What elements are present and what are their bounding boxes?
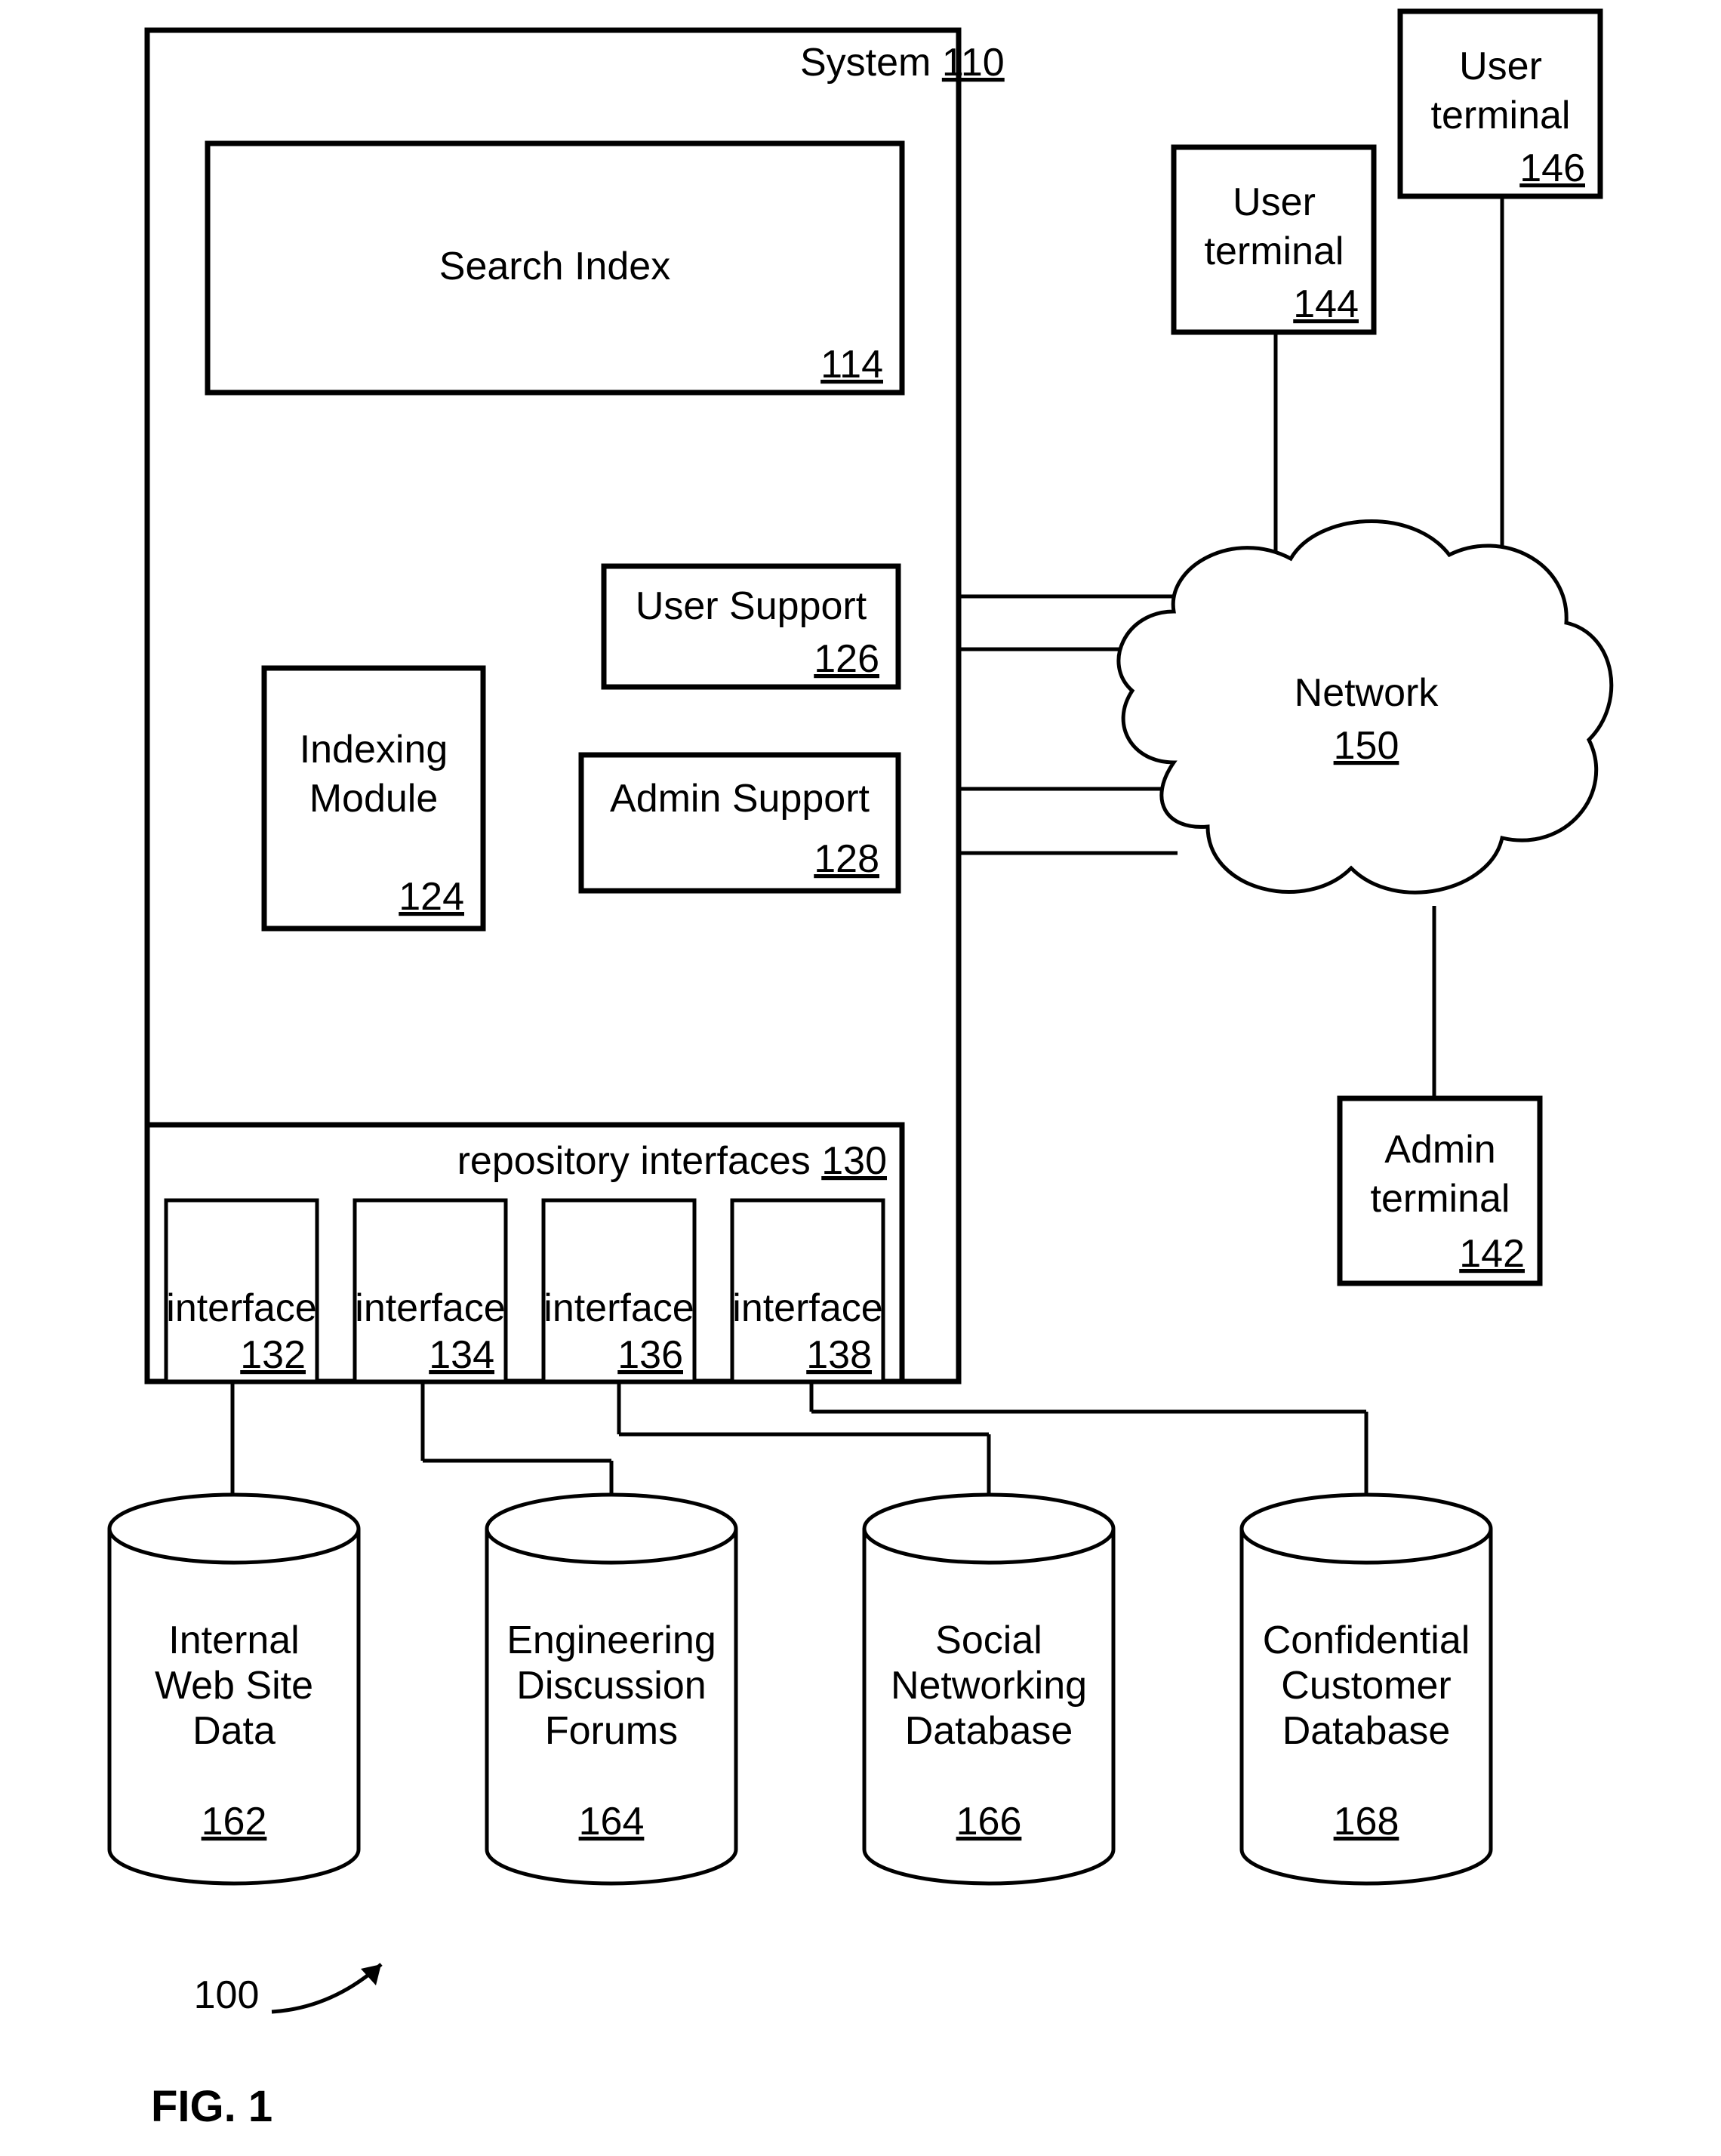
- svg-text:Social: Social: [935, 1619, 1042, 1662]
- user-support-ref: 126: [814, 637, 879, 681]
- svg-text:terminal: terminal: [1371, 1177, 1510, 1221]
- svg-text:166: 166: [956, 1800, 1022, 1843]
- svg-text:Networking: Networking: [891, 1664, 1087, 1708]
- svg-text:Forums: Forums: [545, 1709, 678, 1753]
- svg-text:interface: interface: [166, 1286, 316, 1330]
- interface-132: interface 132: [166, 1200, 317, 1381]
- svg-text:146: 146: [1519, 146, 1585, 190]
- svg-text:Engineering: Engineering: [506, 1619, 716, 1662]
- indexing-module-label-1: Indexing: [300, 728, 448, 772]
- database-168: Confidential Customer Database 168: [1242, 1495, 1491, 1883]
- svg-text:User: User: [1459, 45, 1542, 88]
- repository-interfaces-label: repository interfaces 130: [457, 1139, 887, 1183]
- indexing-module-ref: 124: [399, 875, 464, 919]
- user-support-label: User Support: [636, 584, 867, 628]
- svg-text:interface: interface: [543, 1286, 694, 1330]
- svg-text:interface: interface: [732, 1286, 882, 1330]
- svg-text:Customer: Customer: [1281, 1664, 1451, 1708]
- figure-ref: 100: [194, 1973, 260, 2017]
- svg-text:Data: Data: [192, 1709, 276, 1753]
- search-index-ref: 114: [820, 343, 883, 387]
- interface-136: interface 136: [543, 1200, 694, 1381]
- svg-text:134: 134: [429, 1333, 494, 1377]
- svg-text:interface: interface: [355, 1286, 505, 1330]
- network-label: Network: [1295, 671, 1439, 715]
- svg-text:terminal: terminal: [1431, 94, 1571, 137]
- svg-text:168: 168: [1334, 1800, 1399, 1843]
- indexing-module-label-2: Module: [309, 777, 439, 821]
- database-164: Engineering Discussion Forums 164: [487, 1495, 736, 1883]
- svg-text:Admin: Admin: [1384, 1128, 1495, 1172]
- svg-text:136: 136: [617, 1333, 683, 1377]
- svg-text:Discussion: Discussion: [516, 1664, 706, 1708]
- svg-text:Confidential: Confidential: [1263, 1619, 1470, 1662]
- arrowhead-icon: [361, 1964, 381, 1985]
- interface-138: interface 138: [732, 1200, 883, 1381]
- system-label: System 110: [800, 41, 1005, 85]
- svg-text:144: 144: [1293, 282, 1359, 326]
- svg-text:142: 142: [1459, 1232, 1525, 1276]
- svg-text:162: 162: [202, 1800, 267, 1843]
- interface-134: interface 134: [355, 1200, 506, 1381]
- database-166: Social Networking Database 166: [864, 1495, 1113, 1883]
- svg-text:Internal: Internal: [168, 1619, 299, 1662]
- svg-text:Database: Database: [905, 1709, 1073, 1753]
- admin-support-label: Admin Support: [610, 777, 870, 821]
- system-diagram: System 110 Search Index 114 Indexing Mod…: [0, 0, 1721, 2156]
- search-index-label: Search Index: [439, 245, 670, 288]
- svg-text:138: 138: [806, 1333, 872, 1377]
- admin-support-ref: 128: [814, 837, 879, 881]
- svg-text:Database: Database: [1282, 1709, 1451, 1753]
- figure-caption: FIG. 1: [151, 2082, 272, 2131]
- network-ref: 150: [1334, 724, 1399, 768]
- svg-text:132: 132: [240, 1333, 306, 1377]
- svg-text:Web Site: Web Site: [155, 1664, 313, 1708]
- svg-text:164: 164: [579, 1800, 645, 1843]
- svg-text:User: User: [1233, 180, 1316, 224]
- svg-text:terminal: terminal: [1205, 229, 1344, 273]
- database-162: Internal Web Site Data 162: [109, 1495, 359, 1883]
